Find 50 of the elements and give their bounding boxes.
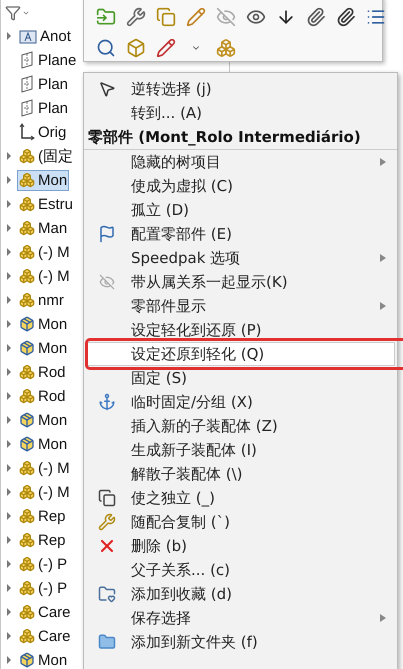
tree-item[interactable]: (-) M [17,458,72,478]
menu-item[interactable]: 设定轻化到还原 (P) [86,318,395,342]
menu-item[interactable]: 生成新子装配体 (I) [86,438,395,462]
tree-item[interactable]: (-) P [17,554,70,574]
menu-header: 零部件 (Mont_Rolo Intermediário) [84,125,397,150]
tree-item[interactable]: Plan [17,97,70,119]
tree-item[interactable]: (固定 [17,144,75,168]
tree-item[interactable]: Mon [17,170,70,190]
menu-item[interactable]: 添加到新文件夹 (f) [86,630,395,654]
tree-item[interactable]: Care [17,602,73,622]
tree-item[interactable]: Rod [17,386,68,406]
tree-item[interactable]: Mon [17,410,70,430]
menu-item[interactable]: 临时固定/分组 (X) [86,390,395,414]
tree-item[interactable]: Rep [17,530,68,550]
menu-item[interactable]: 添加到收藏 (d) [86,582,395,606]
tree-item[interactable]: Mon [17,434,70,454]
menu-item[interactable]: 插入新的子装配体 (Z) [86,414,395,438]
tree-item[interactable]: Mon [17,338,70,358]
menu-item[interactable]: 转到... (A) [86,101,395,125]
tree-item[interactable]: Plan [17,73,70,95]
menu-item[interactable]: 零部件显示 [86,294,395,318]
tree-item[interactable]: Mon [17,314,70,334]
menu-item[interactable]: 使成为虚拟 (C) [86,174,395,198]
menu-item[interactable]: 带从属关系一起显示(K) [86,270,395,294]
menu-item[interactable]: Speedpak 选项 [86,246,395,270]
tree-item[interactable]: (-) P [17,578,70,598]
menu-item[interactable]: 孤立 (D) [86,198,395,222]
tree-item[interactable]: Plane [17,49,78,71]
tree-item[interactable]: Man [17,218,70,238]
menu-item[interactable]: 父子关系... (c) [86,558,395,582]
tree-item[interactable]: (-) M [17,242,72,262]
menu-item[interactable]: 随配合复制 (`) [86,510,395,534]
menu-item[interactable]: 保存选择 [86,606,395,630]
menu-item[interactable]: 删除 (b) [86,534,395,558]
tree-item[interactable]: (-) M [17,266,72,286]
tree-item[interactable]: Anot [17,26,73,46]
menu-item[interactable]: 解散子装配体 (\) [86,462,395,486]
tree-item[interactable]: Rod [17,362,68,382]
tree-item[interactable]: Mon [17,650,70,669]
menu-item[interactable]: 固定 (S) [86,366,395,390]
menu-item[interactable]: 逆转选择 (j) [86,77,395,101]
tree-item[interactable]: Orig [17,121,68,143]
tree-item[interactable]: Care [17,626,73,646]
tree-item[interactable]: Estru [17,194,76,214]
menu-item[interactable]: 隐藏的树项目 [86,150,395,174]
tree-item[interactable]: nmr [17,290,66,310]
menu-item[interactable]: 配置零部件 (E) [86,222,395,246]
tree-item[interactable]: Rep [17,506,68,526]
menu-item[interactable]: 使之独立 (_) [86,486,395,510]
tree-item[interactable]: (-) M [17,482,72,502]
